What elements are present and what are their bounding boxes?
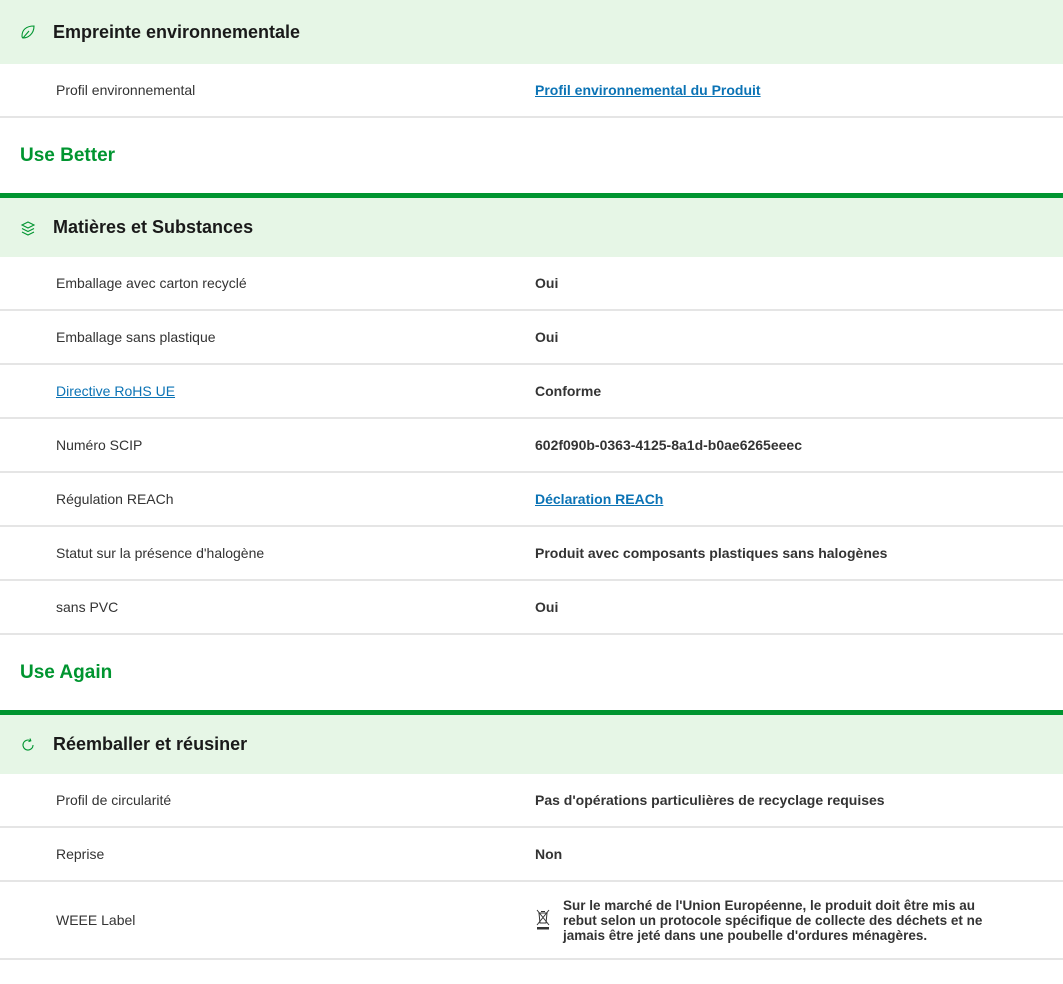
row-label: Emballage sans plastique xyxy=(56,329,216,345)
leaf-icon xyxy=(20,24,36,40)
table-row: WEEE Label Sur le marché de l'Union Euro… xyxy=(0,882,1063,960)
section-header-repack: Réemballer et réusiner xyxy=(0,710,1063,774)
layers-icon xyxy=(20,220,36,236)
weee-text: Sur le marché de l'Union Européenne, le … xyxy=(563,897,983,943)
table-row: Emballage avec carton recyclé Oui xyxy=(0,257,1063,311)
row-label: Statut sur la présence d'halogène xyxy=(56,545,265,561)
section-title: Matières et Substances xyxy=(53,217,254,237)
row-value: Oui xyxy=(535,599,559,615)
row-label: Profil environnemental xyxy=(56,82,196,98)
table-row: Reprise Non xyxy=(0,828,1063,882)
table-row: Profil de circularité Pas d'opérations p… xyxy=(0,774,1063,828)
row-label: Reprise xyxy=(56,846,105,862)
section-header-environmental: Empreinte environnementale xyxy=(0,0,1063,64)
row-value: Produit avec composants plastiques sans … xyxy=(535,545,888,561)
section-header-materials: Matières et Substances xyxy=(0,193,1063,257)
row-label: sans PVC xyxy=(56,599,119,615)
row-value: Non xyxy=(535,846,563,862)
group-title-use-better: Use Better xyxy=(20,144,116,166)
rohs-directive-link[interactable]: Directive RoHS UE xyxy=(56,383,175,399)
table-row: sans PVC Oui xyxy=(0,581,1063,635)
group-title-use-again: Use Again xyxy=(20,661,113,683)
weee-bin-icon xyxy=(535,908,551,932)
row-label: Emballage avec carton recyclé xyxy=(56,275,247,291)
row-label: Numéro SCIP xyxy=(56,437,143,453)
row-label: WEEE Label xyxy=(56,912,136,928)
table-row: Régulation REACh Déclaration REACh xyxy=(0,473,1063,527)
row-label: Régulation REACh xyxy=(56,491,174,507)
environmental-profile-link[interactable]: Profil environnemental du Produit xyxy=(535,82,761,98)
table-row: Directive RoHS UE Conforme xyxy=(0,365,1063,419)
section-title: Réemballer et réusiner xyxy=(53,734,248,754)
row-value: Pas d'opérations particulières de recycl… xyxy=(535,792,885,808)
row-value: Conforme xyxy=(535,383,602,399)
reach-declaration-link[interactable]: Déclaration REACh xyxy=(535,491,663,507)
section-title: Empreinte environnementale xyxy=(53,21,301,42)
row-label: Profil de circularité xyxy=(56,792,172,808)
refresh-icon xyxy=(20,737,36,753)
table-row: Emballage sans plastique Oui xyxy=(0,311,1063,365)
weee-value: Sur le marché de l'Union Européenne, le … xyxy=(535,898,1063,943)
row-value: Oui xyxy=(535,275,559,291)
table-row: Profil environnemental Profil environnem… xyxy=(0,64,1063,118)
table-row: Numéro SCIP 602f090b-0363-4125-8a1d-b0ae… xyxy=(0,419,1063,473)
table-row: Statut sur la présence d'halogène Produi… xyxy=(0,527,1063,581)
row-value: 602f090b-0363-4125-8a1d-b0ae6265eeec xyxy=(535,437,802,453)
row-value: Oui xyxy=(535,329,559,345)
